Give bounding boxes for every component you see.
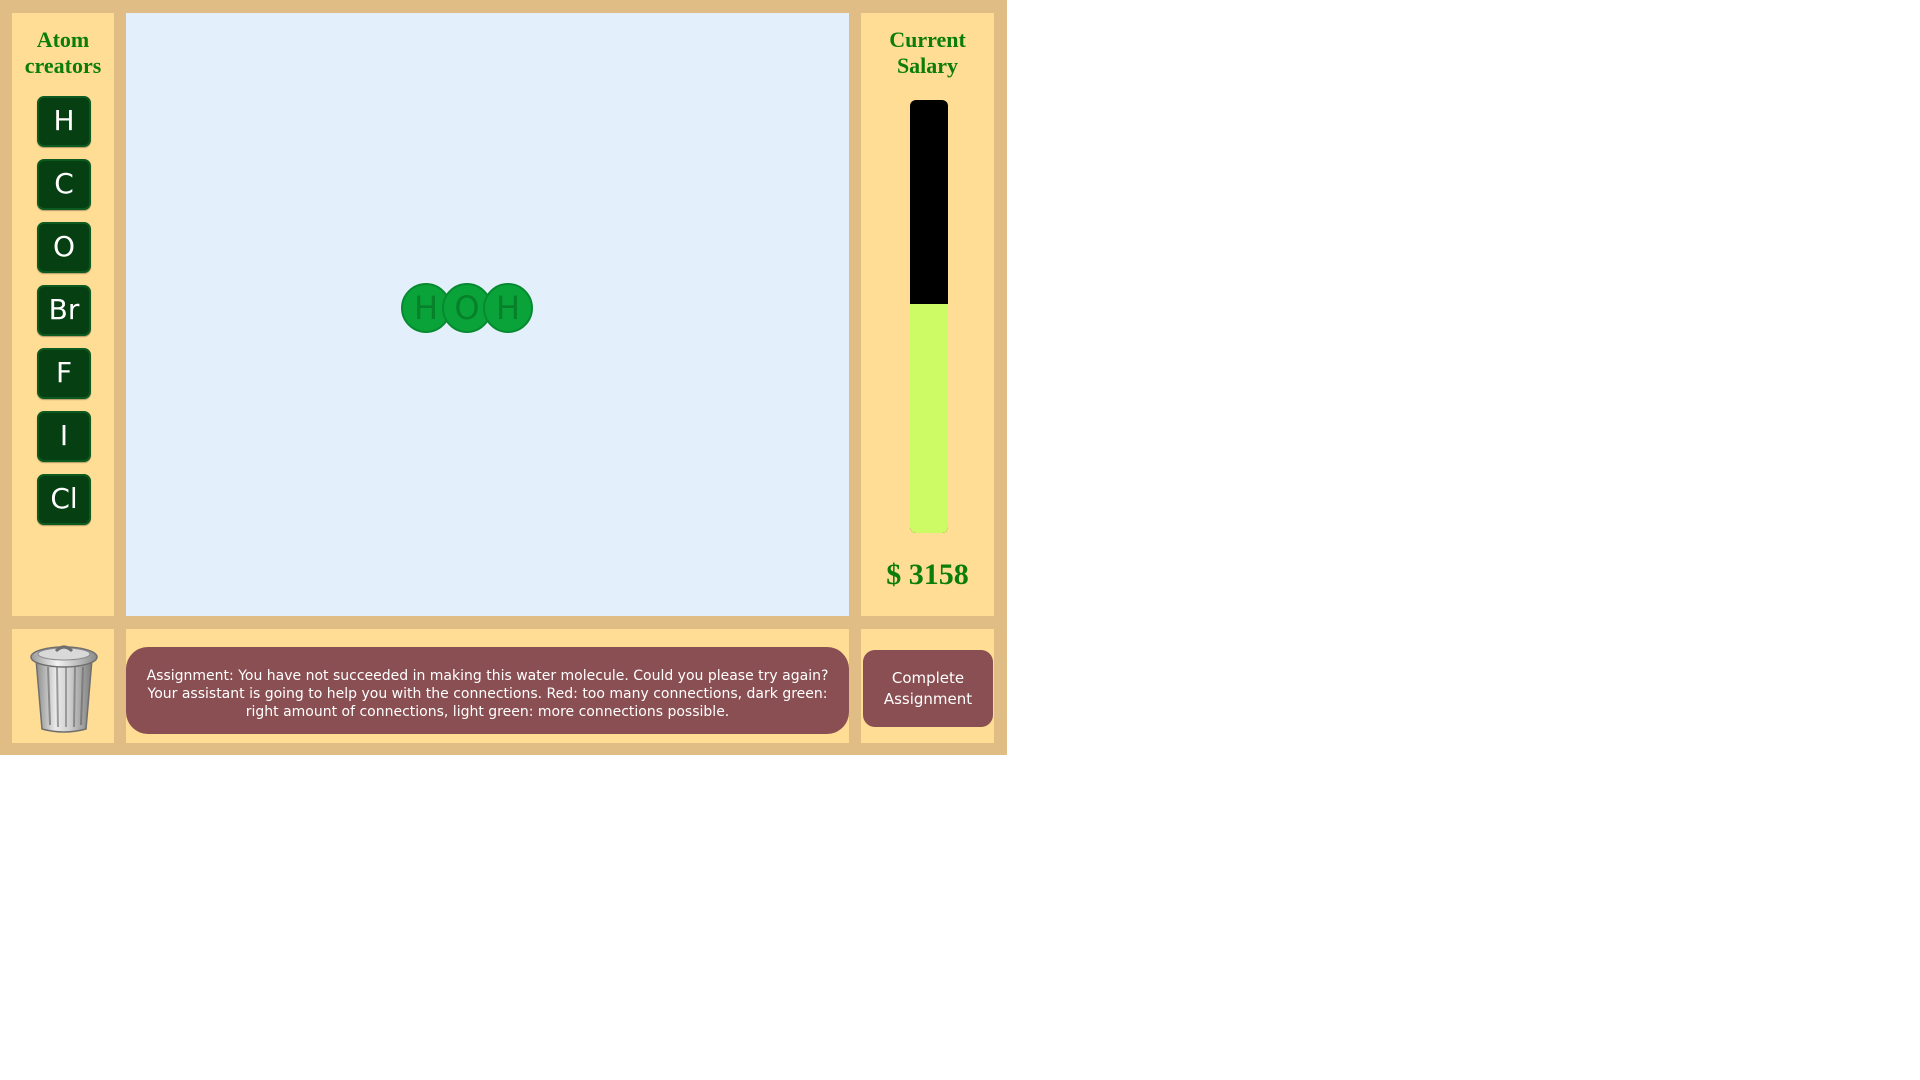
atom-creator-o-button[interactable]: O xyxy=(37,222,91,273)
assignment-panel: Assignment: You have not succeeded in ma… xyxy=(126,629,849,743)
trash-panel xyxy=(12,629,114,743)
complete-assignment-button[interactable]: Complete Assignment xyxy=(863,650,993,727)
atom-creator-br-button[interactable]: Br xyxy=(37,285,91,336)
complete-panel: Complete Assignment xyxy=(861,629,994,743)
salary-title: Current Salary xyxy=(889,27,966,78)
trash-can-icon[interactable] xyxy=(26,637,102,742)
salary-panel: Current Salary $ 3158 xyxy=(861,13,994,616)
salary-meter xyxy=(910,100,948,533)
salary-amount: $ 3158 xyxy=(886,558,969,591)
game-frame: Atom creators H C O Br F I Cl H O H Curr… xyxy=(0,0,1007,755)
atom-creator-cl-button[interactable]: Cl xyxy=(37,474,91,525)
assignment-message: Assignment: You have not succeeded in ma… xyxy=(126,647,849,734)
atom-creator-f-button[interactable]: F xyxy=(37,348,91,399)
atom-creator-h-button[interactable]: H xyxy=(37,96,91,147)
atom-creators-panel: Atom creators H C O Br F I Cl xyxy=(12,13,114,616)
atom-creator-i-button[interactable]: I xyxy=(37,411,91,462)
atom-creators-title: Atom creators xyxy=(24,27,102,78)
complete-assignment-label: Complete Assignment xyxy=(883,668,973,708)
atom-creator-buttons: H C O Br F I Cl xyxy=(37,96,91,537)
molecule-canvas[interactable]: H O H xyxy=(126,13,849,616)
salary-meter-fill xyxy=(910,303,948,533)
molecule-atom-h-right[interactable]: H xyxy=(483,283,533,333)
atom-creator-c-button[interactable]: C xyxy=(37,159,91,210)
